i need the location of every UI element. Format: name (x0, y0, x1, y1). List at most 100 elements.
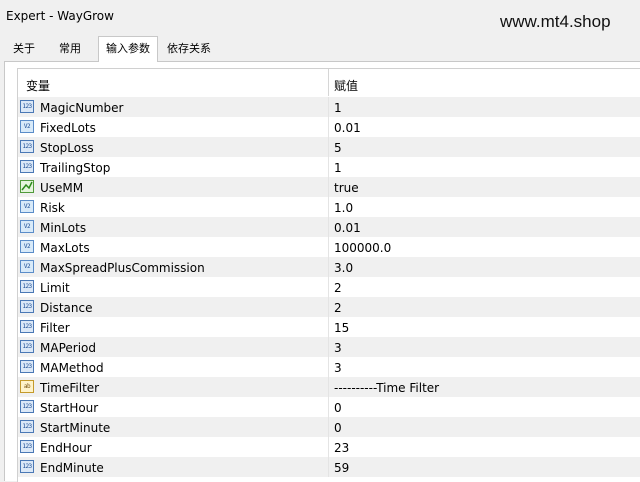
column-divider (328, 137, 329, 157)
table-row[interactable]: V2 MaxSpreadPlusCommission 3.0 (18, 257, 640, 277)
parameter-value[interactable]: 3 (334, 361, 342, 375)
parameter-value[interactable]: 3.0 (334, 261, 353, 275)
column-divider (328, 377, 329, 397)
parameter-name: Distance (40, 301, 93, 315)
parameter-value[interactable]: 1.0 (334, 201, 353, 215)
parameter-name: MagicNumber (40, 101, 124, 115)
parameter-value[interactable]: 2 (334, 281, 342, 295)
column-divider (328, 437, 329, 457)
table-row[interactable]: 123 TrailingStop 1 (18, 157, 640, 177)
column-divider (328, 97, 329, 117)
parameter-name: MaxLots (40, 241, 90, 255)
double-icon: V2 (20, 220, 34, 233)
table-row[interactable]: 123 StartMinute 0 (18, 417, 640, 437)
table-row[interactable]: 123 Limit 2 (18, 277, 640, 297)
parameter-value[interactable]: 1 (334, 161, 342, 175)
int-icon: 123 (20, 320, 34, 333)
column-header-variable[interactable]: 变量 (26, 77, 50, 94)
column-divider (328, 237, 329, 257)
window-title: Expert - WayGrow (6, 9, 114, 23)
parameter-name: TrailingStop (40, 161, 111, 175)
table-row[interactable]: 123 StopLoss 5 (18, 137, 640, 157)
parameter-value[interactable]: 100000.0 (334, 241, 391, 255)
table-row[interactable]: V2 Risk 1.0 (18, 197, 640, 217)
parameter-name: TimeFilter (40, 381, 100, 395)
table-row[interactable]: 123 Distance 2 (18, 297, 640, 317)
int-icon: 123 (20, 360, 34, 373)
tab-about[interactable]: 关于 (6, 38, 42, 60)
parameter-name: Risk (40, 201, 65, 215)
table-row[interactable]: 123 MagicNumber 1 (18, 97, 640, 117)
tab-inputs[interactable]: 输入参数 (98, 36, 158, 62)
tab-bar: 关于 常用 输入参数 依存关系 (0, 36, 640, 62)
parameter-value[interactable]: 5 (334, 141, 342, 155)
parameter-value[interactable]: 0 (334, 401, 342, 415)
column-header-value[interactable]: 赋值 (334, 77, 358, 94)
parameter-name: MinLots (40, 221, 87, 235)
column-divider (328, 397, 329, 417)
table-row[interactable]: V2 MinLots 0.01 (18, 217, 640, 237)
column-divider (328, 337, 329, 357)
parameter-name: MaxSpreadPlusCommission (40, 261, 205, 275)
table-row[interactable]: 123 MAMethod 3 (18, 357, 640, 377)
inputs-panel: 变量 赋值 123 MagicNumber 1 V2 FixedLots 0.01 123 S… (4, 61, 640, 482)
column-divider (328, 417, 329, 437)
parameter-value[interactable]: 59 (334, 461, 349, 475)
parameter-value[interactable]: 23 (334, 441, 349, 455)
string-icon: ab (20, 380, 34, 393)
column-divider[interactable] (328, 69, 329, 96)
double-icon: V2 (20, 260, 34, 273)
table-row[interactable]: 123 StartHour 0 (18, 397, 640, 417)
column-divider (328, 157, 329, 177)
parameter-value[interactable]: 2 (334, 301, 342, 315)
parameter-value[interactable]: ----------Time Filter (334, 381, 439, 395)
table-row[interactable]: 123 EndMinute 59 (18, 457, 640, 477)
int-icon: 123 (20, 340, 34, 353)
column-divider (328, 217, 329, 237)
table-row[interactable]: 123 Filter 15 (18, 317, 640, 337)
parameter-value[interactable]: 0 (334, 421, 342, 435)
column-divider (328, 457, 329, 477)
int-icon: 123 (20, 160, 34, 173)
parameter-value[interactable]: 0.01 (334, 121, 361, 135)
parameter-value[interactable]: 3 (334, 341, 342, 355)
double-icon: V2 (20, 120, 34, 133)
int-icon: 123 (20, 280, 34, 293)
parameter-name: StartMinute (40, 421, 111, 435)
column-divider (328, 317, 329, 337)
column-divider (328, 117, 329, 137)
int-icon: 123 (20, 420, 34, 433)
parameter-name: EndHour (40, 441, 92, 455)
table-row[interactable]: 123 MAPeriod 3 (18, 337, 640, 357)
table-row[interactable]: ab TimeFilter ----------Time Filter (18, 377, 640, 397)
parameter-name: StartHour (40, 401, 99, 415)
parameter-value[interactable]: 15 (334, 321, 349, 335)
column-divider (328, 197, 329, 217)
table-row[interactable]: V2 MaxLots 100000.0 (18, 237, 640, 257)
parameter-name: EndMinute (40, 461, 104, 475)
parameter-name: FixedLots (40, 121, 96, 135)
column-divider (328, 297, 329, 317)
int-icon: 123 (20, 400, 34, 413)
tab-dependencies[interactable]: 依存关系 (160, 38, 218, 60)
parameter-value[interactable]: 1 (334, 101, 342, 115)
table-row[interactable]: 123 EndHour 23 (18, 437, 640, 457)
column-divider (328, 257, 329, 277)
parameter-name: UseMM (40, 181, 84, 195)
tab-common[interactable]: 常用 (50, 38, 90, 60)
table-header: 变量 赋值 (18, 69, 640, 96)
title-bar: Expert - WayGrow www.mt4.shop (0, 0, 640, 36)
int-icon: 123 (20, 140, 34, 153)
table-row[interactable]: UseMM true (18, 177, 640, 197)
int-icon: 123 (20, 460, 34, 473)
watermark: www.mt4.shop (500, 12, 611, 31)
parameter-value[interactable]: true (334, 181, 359, 195)
parameter-name: StopLoss (40, 141, 94, 155)
parameter-value[interactable]: 0.01 (334, 221, 361, 235)
parameter-name: MAMethod (40, 361, 104, 375)
int-icon: 123 (20, 300, 34, 313)
double-icon: V2 (20, 240, 34, 253)
column-divider (328, 277, 329, 297)
table-row[interactable]: V2 FixedLots 0.01 (18, 117, 640, 137)
parameter-name: MAPeriod (40, 341, 96, 355)
